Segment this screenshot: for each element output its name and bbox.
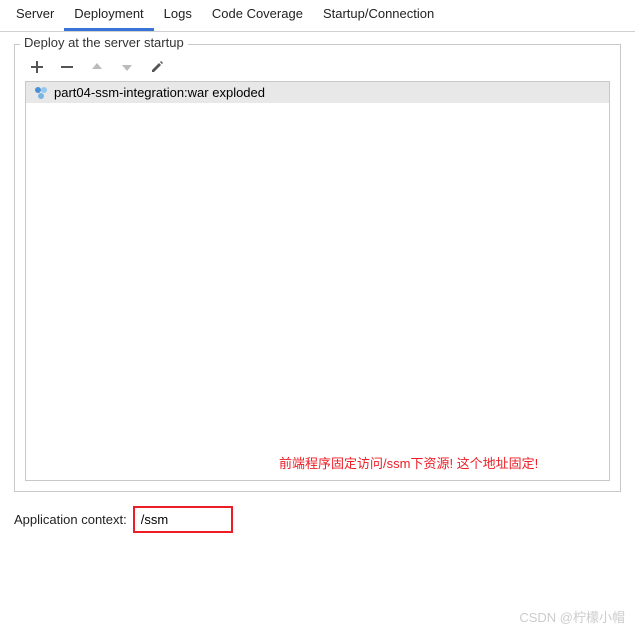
deploy-fieldset: Deploy at the server startup <box>14 44 621 492</box>
annotation-text: 前端程序固定访问/ssm下资源! 这个地址固定! <box>279 453 538 472</box>
tab-server[interactable]: Server <box>6 0 64 31</box>
add-button[interactable] <box>29 59 45 75</box>
arrow-down-icon <box>120 60 134 74</box>
deploy-fieldset-box: part04-ssm-integration:war exploded 前端程序… <box>14 44 621 492</box>
minus-icon <box>60 60 74 74</box>
move-down-button[interactable] <box>119 59 135 75</box>
tab-code-coverage[interactable]: Code Coverage <box>202 0 313 31</box>
pencil-icon <box>150 60 164 74</box>
application-context-input[interactable] <box>133 506 233 533</box>
arrow-up-icon <box>90 60 104 74</box>
plus-icon <box>30 60 44 74</box>
application-context-row: Application context: <box>14 506 621 533</box>
list-item[interactable]: part04-ssm-integration:war exploded <box>26 82 609 103</box>
tab-logs[interactable]: Logs <box>154 0 202 31</box>
remove-button[interactable] <box>59 59 75 75</box>
deploy-toolbar <box>25 57 610 81</box>
artifact-list[interactable]: part04-ssm-integration:war exploded <box>25 81 610 481</box>
tab-startup-connection[interactable]: Startup/Connection <box>313 0 444 31</box>
artifact-label: part04-ssm-integration:war exploded <box>54 85 265 100</box>
move-up-button[interactable] <box>89 59 105 75</box>
artifact-icon <box>34 86 48 100</box>
edit-button[interactable] <box>149 59 165 75</box>
watermark: CSDN @柠檬小帽 <box>519 607 625 626</box>
application-context-label: Application context: <box>14 512 127 527</box>
tab-bar: Server Deployment Logs Code Coverage Sta… <box>0 0 635 32</box>
deploy-fieldset-label: Deploy at the server startup <box>20 35 188 50</box>
tab-deployment[interactable]: Deployment <box>64 0 153 31</box>
